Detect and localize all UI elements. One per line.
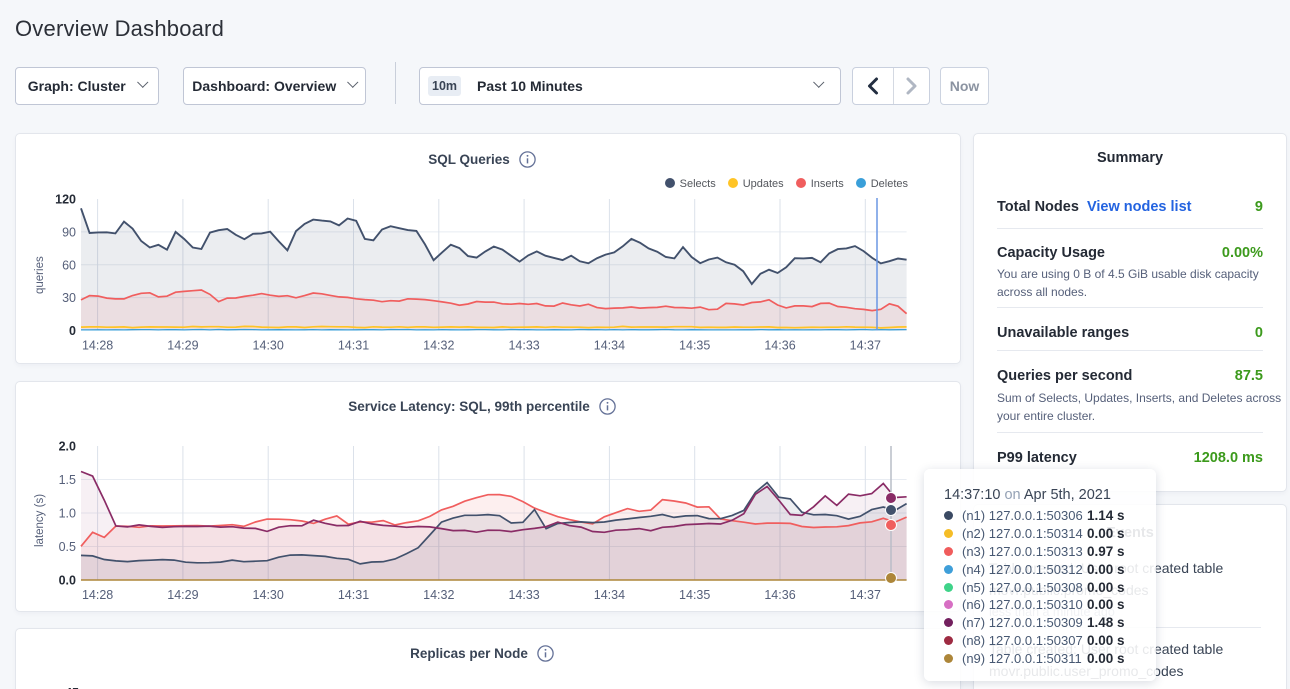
svg-text:14:37: 14:37 (850, 339, 881, 353)
svg-text:14:35: 14:35 (679, 588, 710, 602)
svg-text:14:33: 14:33 (508, 339, 539, 353)
svg-text:0.5: 0.5 (59, 540, 76, 554)
svg-text:1.5: 1.5 (59, 473, 76, 487)
svg-text:60: 60 (62, 258, 76, 272)
svg-text:14:33: 14:33 (508, 588, 539, 602)
svg-text:14:32: 14:32 (423, 339, 454, 353)
svg-text:14:34: 14:34 (594, 588, 625, 602)
svg-text:14:31: 14:31 (338, 588, 369, 602)
svg-text:14:36: 14:36 (764, 339, 795, 353)
svg-text:14:37: 14:37 (850, 588, 881, 602)
svg-text:14:30: 14:30 (253, 339, 284, 353)
svg-text:14:31: 14:31 (338, 339, 369, 353)
svg-text:1.0: 1.0 (59, 507, 76, 521)
svg-text:14:28: 14:28 (82, 588, 113, 602)
svg-text:14:32: 14:32 (423, 588, 454, 602)
svg-text:30: 30 (62, 291, 76, 305)
svg-text:90: 90 (62, 225, 76, 239)
svg-text:0.0: 0.0 (59, 574, 76, 588)
svg-text:14:35: 14:35 (679, 339, 710, 353)
svg-text:14:29: 14:29 (167, 588, 198, 602)
svg-text:120: 120 (55, 193, 76, 207)
svg-text:14:28: 14:28 (82, 339, 113, 353)
svg-text:14:30: 14:30 (253, 588, 284, 602)
svg-text:14:29: 14:29 (167, 339, 198, 353)
svg-text:0: 0 (69, 324, 76, 338)
svg-text:2.0: 2.0 (59, 440, 76, 454)
svg-text:14:36: 14:36 (764, 588, 795, 602)
svg-text:14:34: 14:34 (594, 339, 625, 353)
